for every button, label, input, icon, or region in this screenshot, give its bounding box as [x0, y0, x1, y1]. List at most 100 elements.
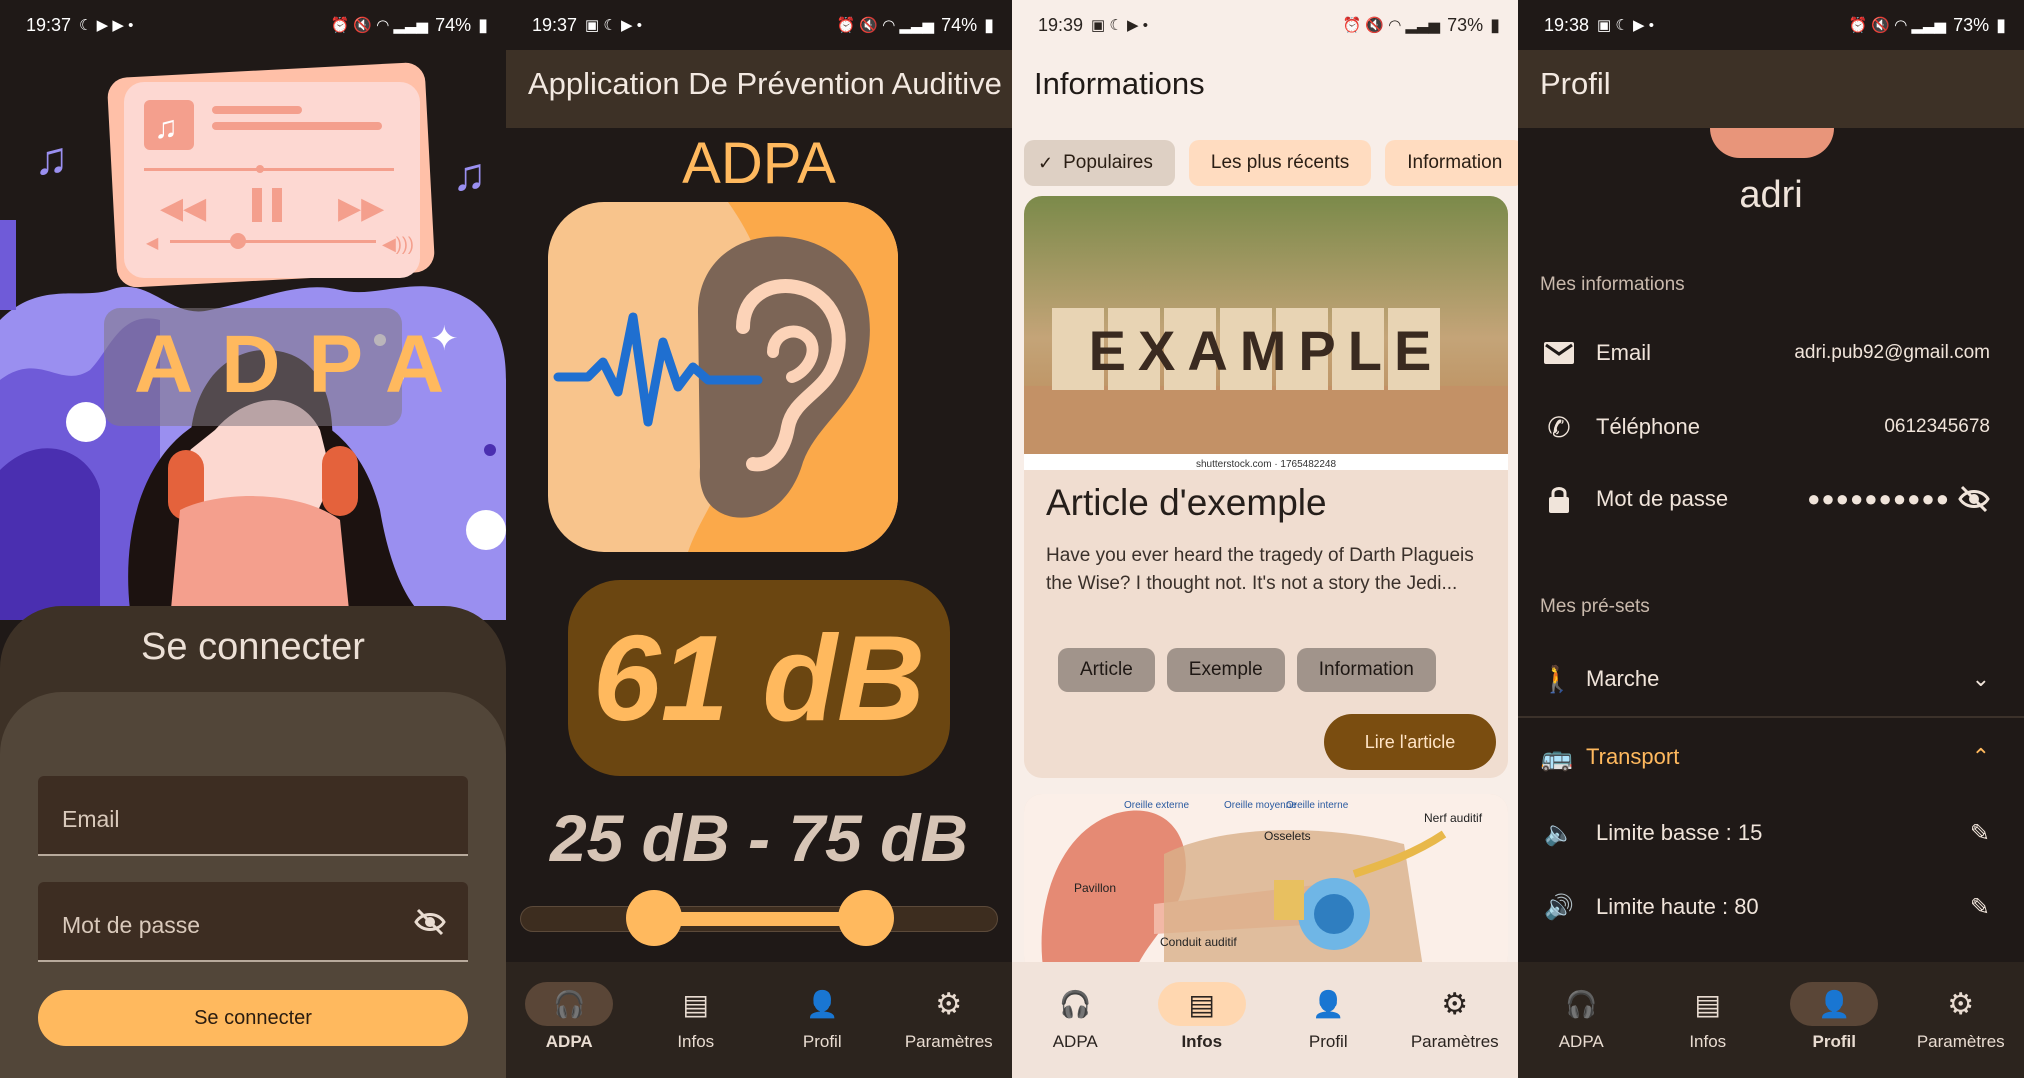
label-conduit-auditif: Conduit auditif — [1160, 935, 1237, 949]
article-title: Article d'exemple — [1046, 482, 1327, 523]
signal-icons: ⏰ 🔇 ◠ ▂▃▅ — [1848, 17, 1947, 34]
slider-thumb-low[interactable] — [626, 890, 682, 946]
person-icon: 👤 — [806, 988, 839, 1019]
password-label: Mot de passe — [1596, 486, 1729, 511]
nav-adpa[interactable]: 🎧 ADPA — [1521, 982, 1641, 1052]
battery-icon: ▮ — [984, 14, 994, 35]
app-bar: Application De Prévention Auditive — [506, 50, 1012, 128]
chevron-down-icon: ⌄ — [1971, 666, 1990, 691]
nav-label: Paramètres — [904, 1032, 993, 1051]
nav-label: ADPA — [545, 1032, 593, 1051]
status-time: 19:39 — [1038, 14, 1084, 35]
read-article-button[interactable]: Lire l'article — [1324, 714, 1496, 770]
app-bar: Profil — [1518, 50, 2024, 128]
visibility-off-icon[interactable] — [1958, 485, 1990, 513]
gear-icon: ⚙ — [1441, 987, 1469, 1021]
low-limit-row: 🔈 Limite basse : 15 ✎ — [1518, 808, 2024, 858]
brand-title: ADPA — [682, 131, 836, 196]
chip-populaires[interactable]: ✓ Populaires — [1024, 140, 1175, 186]
filter-chips: ✓ Populaires Les plus récents Information — [1024, 140, 1518, 186]
tag-exemple[interactable]: Exemple — [1166, 648, 1285, 692]
high-limit-label: Limite haute : 80 — [1596, 894, 1759, 919]
chip-information[interactable]: Information — [1385, 140, 1518, 186]
preset-transport[interactable]: 🚌 Transport ⌃ — [1518, 722, 2024, 792]
preset-marche[interactable]: 🚶 Marche ⌄ — [1518, 644, 2024, 714]
nav-infos[interactable]: ▤ Infos — [1142, 982, 1262, 1052]
chevron-up-icon: ⌃ — [1971, 744, 1990, 769]
nav-label: Paramètres — [1410, 1032, 1499, 1051]
newspaper-icon: ▤ — [1188, 988, 1215, 1020]
bottom-nav: 🎧 ADPA ▤ Infos 👤 Profil ⚙ Paramètres — [1518, 962, 2024, 1078]
nav-parametres[interactable]: ⚙ Paramètres — [1395, 982, 1515, 1052]
label-oreille-interne: Oreille interne — [1286, 800, 1349, 811]
tag-information[interactable]: Information — [1296, 648, 1436, 692]
nav-label: Profil — [1812, 1032, 1856, 1051]
person-icon: 👤 — [1818, 988, 1851, 1019]
login-screen: 19:37 ☾ ▶ ▶ • ⏰ 🔇 ◠ ▂▃▅ 74% ▮ ♫ ♫ ♫ ◀◀ ▶▶ ◀… — [0, 0, 506, 1078]
avatar — [1710, 128, 1834, 158]
status-icons: ▣ ☾ ▶ • — [1091, 17, 1148, 34]
slider-thumb-high[interactable] — [838, 890, 894, 946]
nav-infos[interactable]: ▤ Infos — [636, 982, 756, 1052]
high-limit-row: 🔊 Limite haute : 80 ✎ — [1518, 882, 2024, 932]
article-card-2[interactable]: Oreille externe Oreille moyenne Oreille … — [1024, 794, 1508, 974]
article-excerpt: Have you ever heard the tragedy of Darth… — [1046, 545, 1474, 594]
nav-label: Profil — [1308, 1032, 1348, 1051]
tag-article[interactable]: Article — [1058, 648, 1155, 692]
email-label: Email — [1596, 340, 1652, 365]
nav-infos[interactable]: ▤ Infos — [1648, 982, 1768, 1052]
nav-parametres[interactable]: ⚙ Paramètres — [889, 982, 1009, 1052]
image-credit: shutterstock.com · 1765482248 — [1196, 459, 1337, 470]
preset-label: Transport — [1586, 744, 1680, 769]
nav-parametres[interactable]: ⚙ Paramètres — [1901, 982, 2021, 1052]
status-time: 19:38 — [1544, 14, 1590, 35]
visibility-off-icon[interactable] — [414, 908, 446, 936]
status-time: 19:37 — [26, 14, 72, 35]
svg-text:▶▶: ▶▶ — [338, 192, 384, 225]
label-pavillon: Pavillon — [1074, 881, 1116, 895]
password-field[interactable]: Mot de passe — [38, 882, 468, 962]
svg-text:♫: ♫ — [154, 109, 178, 145]
preset-label: Marche — [1586, 666, 1660, 691]
lock-icon — [1542, 482, 1576, 516]
username: adri — [1739, 174, 1803, 216]
nav-label: Profil — [802, 1032, 842, 1051]
edit-icon[interactable]: ✎ — [1970, 893, 1990, 922]
email-field[interactable]: Email — [38, 776, 468, 856]
article-card[interactable]: EXAMPLE shutterstock.com · 1765482248 Ar… — [1024, 196, 1508, 778]
infos-screen: 19:39 ▣ ☾ ▶ • ⏰ 🔇 ◠ ▂▃▅ 73% ▮ Informations … — [1012, 0, 1518, 1078]
battery-level: 74% — [435, 14, 472, 35]
status-bar: 19:38 ▣ ☾ ▶ • ⏰ 🔇 ◠ ▂▃▅ 73% ▮ — [1518, 0, 2024, 50]
gear-icon: ⚙ — [935, 987, 963, 1021]
svg-text:◀◀: ◀◀ — [160, 192, 206, 225]
profile-screen: 19:38 ▣ ☾ ▶ • ⏰ 🔇 ◠ ▂▃▅ 73% ▮ Profil adri M… — [1518, 0, 2024, 1078]
bottom-nav: 🎧 ADPA ▤ Infos 👤 Profil ⚙ Paramètres — [506, 962, 1012, 1078]
edit-icon[interactable]: ✎ — [1970, 819, 1990, 848]
status-time: 19:37 — [532, 14, 578, 35]
phone-value: 0612345678 — [1884, 416, 1990, 437]
walk-icon: 🚶 — [1540, 663, 1574, 694]
app-bar-title: Informations — [1034, 66, 1205, 101]
nav-profil[interactable]: 👤 Profil — [1268, 982, 1388, 1052]
divider — [1518, 716, 2024, 718]
nav-profil[interactable]: 👤 Profil — [762, 982, 882, 1052]
svg-text:♫: ♫ — [34, 132, 69, 184]
article-image: EXAMPLE shutterstock.com · 1765482248 — [1024, 196, 1508, 470]
nav-adpa[interactable]: 🎧 ADPA — [509, 982, 629, 1052]
bus-icon: 🚌 — [1540, 741, 1574, 772]
chip-recents[interactable]: Les plus récents — [1188, 140, 1372, 186]
nav-label: ADPA — [1052, 1032, 1098, 1051]
password-label: Mot de passe — [62, 912, 201, 938]
nav-label: ADPA — [1558, 1032, 1604, 1051]
svg-text:♫: ♫ — [452, 148, 487, 200]
volume-up-icon: 🔊 — [1544, 893, 1574, 921]
nav-label: Infos — [1689, 1032, 1727, 1051]
nav-profil[interactable]: 👤 Profil — [1774, 982, 1894, 1052]
login-button[interactable]: Se connecter — [38, 990, 468, 1046]
example-blocks: EXAMPLE — [1052, 308, 1440, 390]
nav-adpa[interactable]: 🎧 ADPA — [1015, 982, 1135, 1052]
battery-level: 73% — [1953, 14, 1990, 35]
section-my-info: Mes informations — [1540, 274, 1685, 295]
gear-icon: ⚙ — [1947, 987, 1975, 1021]
phone-icon: ✆ — [1547, 411, 1571, 443]
